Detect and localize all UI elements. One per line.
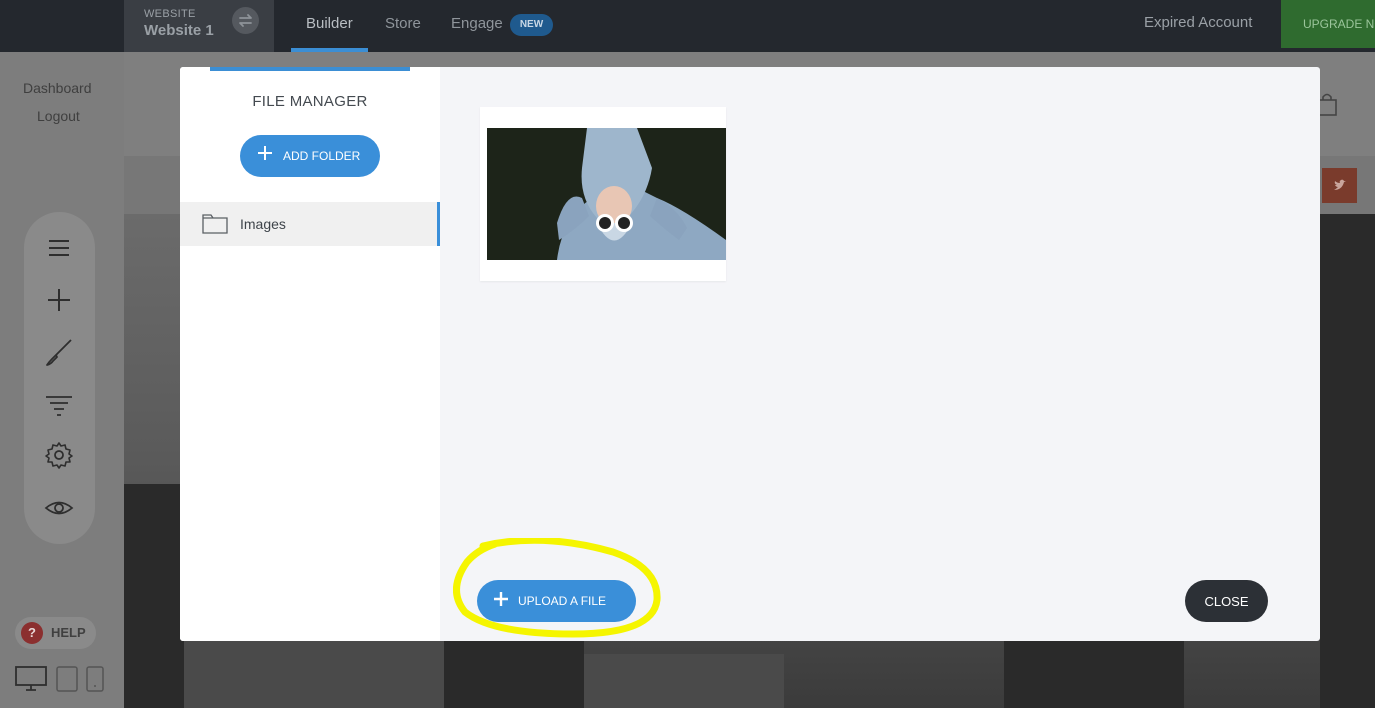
file-manager-modal: FILE MANAGER ADD FOLDER Images UPLOAD A … <box>180 67 1320 641</box>
folder-item-images[interactable]: Images <box>180 202 440 246</box>
eye-icon[interactable] <box>44 493 74 523</box>
plus-icon <box>494 592 508 606</box>
add-folder-button[interactable]: ADD FOLDER <box>240 135 380 177</box>
tablet-icon[interactable] <box>56 666 78 697</box>
site-name: Website 1 <box>144 22 214 39</box>
upload-file-label: UPLOAD A FILE <box>518 594 607 608</box>
upload-file-button[interactable]: UPLOAD A FILE <box>477 580 636 622</box>
logout-link[interactable]: Logout <box>37 108 80 124</box>
help-label: HELP <box>51 625 86 640</box>
swap-icon[interactable] <box>232 7 259 34</box>
tab-store[interactable]: Store <box>385 15 421 32</box>
brush-icon[interactable] <box>44 337 74 367</box>
close-button[interactable]: CLOSE <box>1185 580 1268 622</box>
gear-icon[interactable] <box>44 440 74 470</box>
top-bar: WEBSITE Website 1 Builder Store Engage N… <box>0 0 1375 52</box>
file-manager-title: FILE MANAGER <box>252 93 368 110</box>
new-badge: NEW <box>510 14 553 36</box>
plus-icon[interactable] <box>44 285 74 315</box>
image-thumbnail <box>487 128 726 260</box>
dashboard-link[interactable]: Dashboard <box>23 80 92 96</box>
sidebar-accent-bar <box>210 67 410 71</box>
help-button[interactable]: ? HELP <box>15 617 96 649</box>
folder-icon <box>202 212 228 234</box>
menu-icon[interactable] <box>44 233 74 263</box>
image-file-card[interactable] <box>480 107 726 281</box>
file-manager-sidebar: FILE MANAGER ADD FOLDER Images <box>180 67 440 641</box>
add-folder-label: ADD FOLDER <box>283 149 361 163</box>
plus-icon <box>257 145 273 161</box>
tab-builder[interactable]: Builder <box>306 15 353 32</box>
folder-name: Images <box>240 216 286 232</box>
twitter-icon <box>1322 168 1357 203</box>
help-icon: ? <box>21 622 43 644</box>
site-label: WEBSITE <box>144 8 196 20</box>
tab-engage[interactable]: Engage <box>451 15 503 32</box>
filter-icon[interactable] <box>44 390 74 420</box>
mobile-icon[interactable] <box>86 666 104 697</box>
upgrade-button[interactable]: UPGRADE NOW <box>1281 0 1375 48</box>
desktop-icon[interactable] <box>15 666 47 697</box>
account-status: Expired Account <box>1144 14 1253 31</box>
